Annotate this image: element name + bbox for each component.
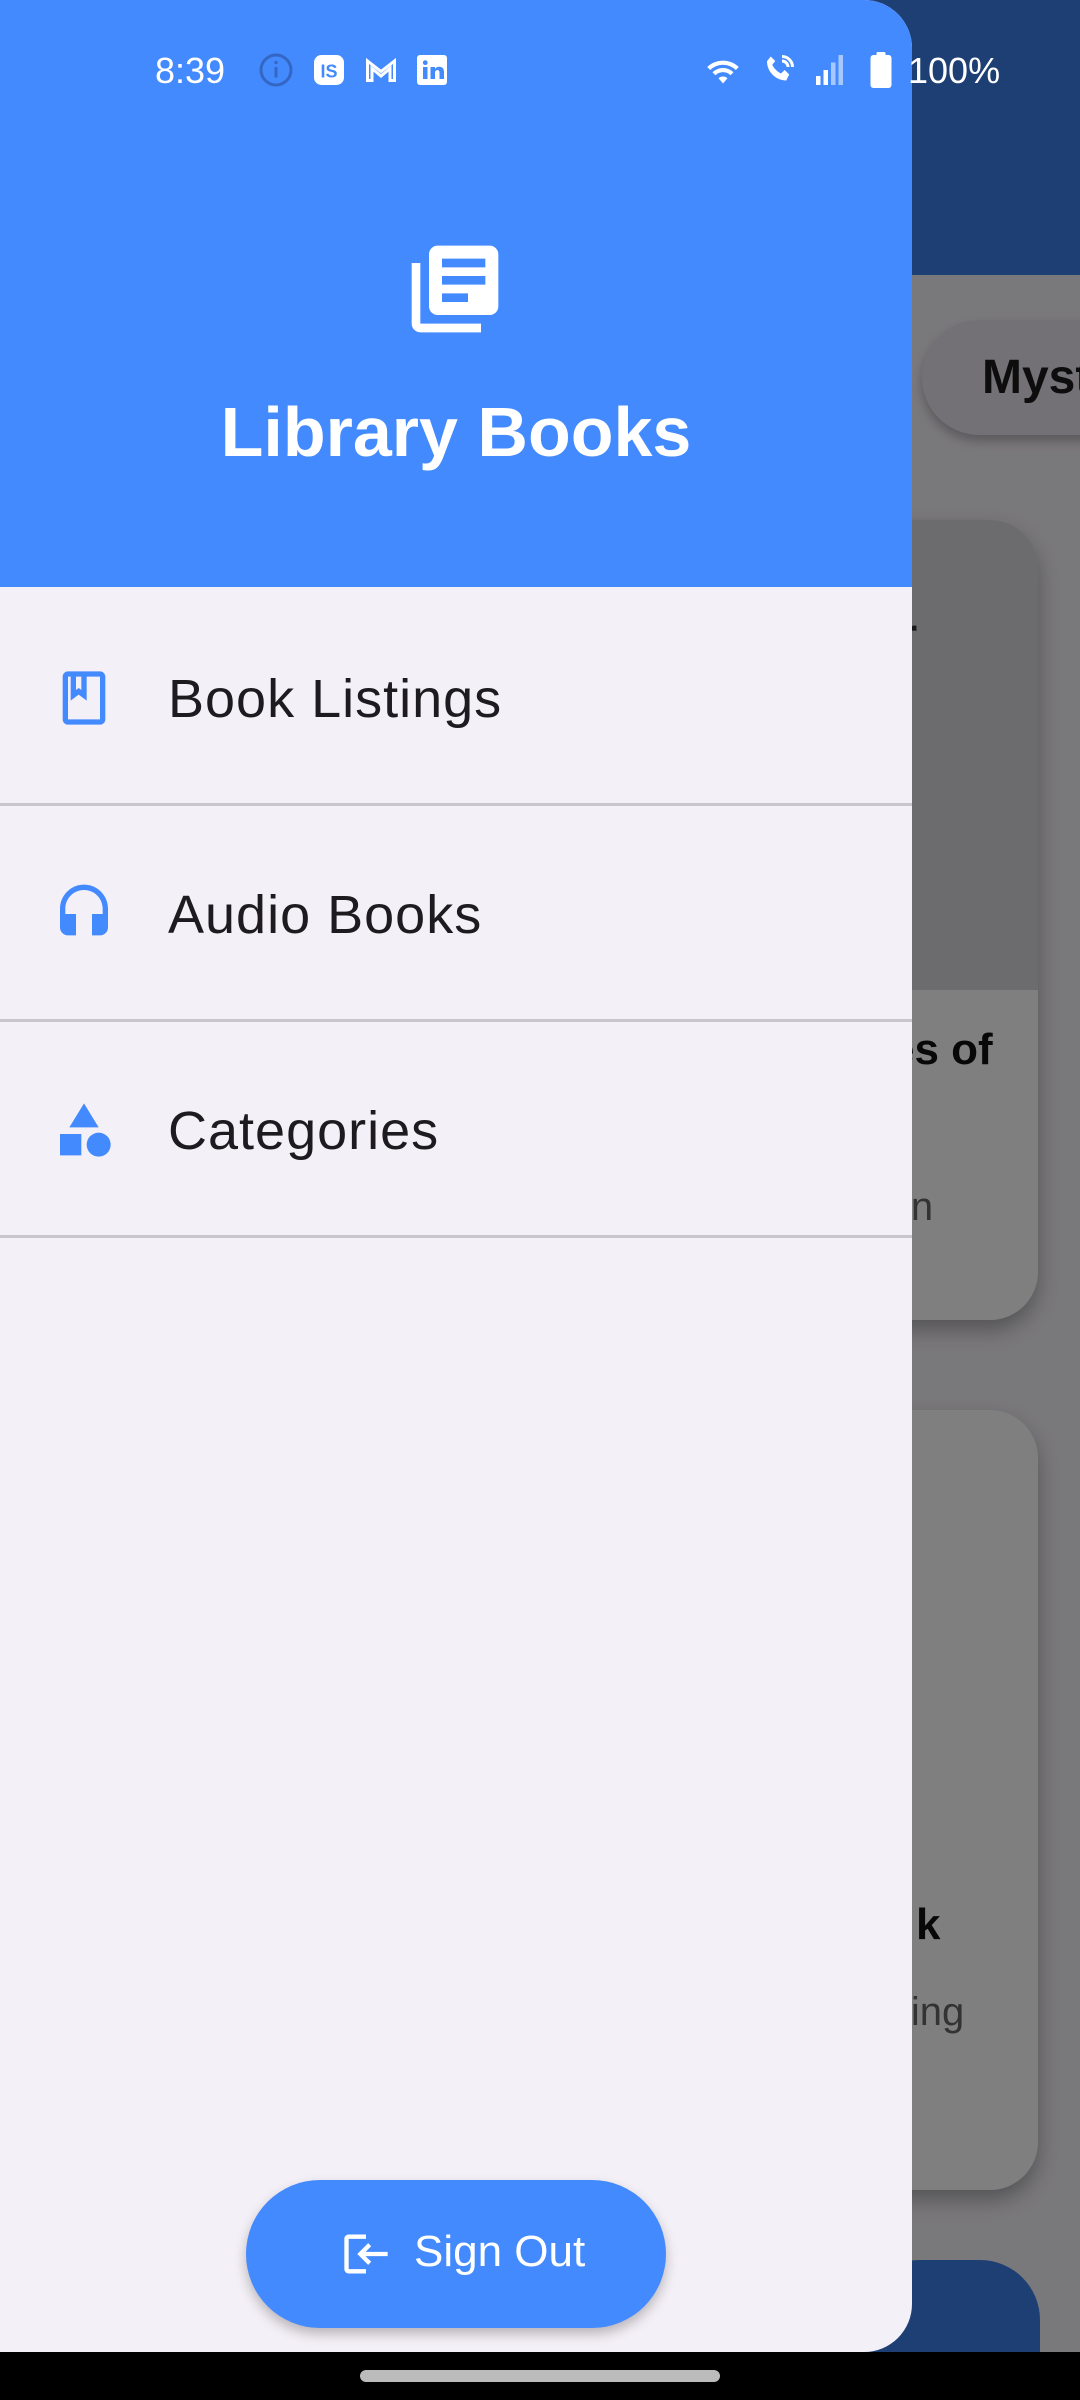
drawer-item-label: Book Listings: [168, 669, 503, 729]
status-time: 8:39: [155, 50, 226, 91]
navigation-bar: [0, 2352, 1080, 2400]
status-bar: 8:39 IS 100%: [0, 0, 1080, 140]
login-icon: [344, 2234, 388, 2274]
drawer-item-audio-books[interactable]: Audio Books: [0, 806, 912, 1022]
sign-out-label: Sign Out: [414, 2227, 586, 2276]
navigation-drawer: Library Books Book Listings Audio Books …: [0, 0, 912, 2352]
home-indicator[interactable]: [360, 2370, 720, 2382]
wifi-icon: [707, 60, 739, 84]
battery-icon: [870, 52, 892, 88]
shapes-icon: [60, 1103, 111, 1157]
info-icon: [259, 53, 293, 87]
bookmark-book-icon: [62, 671, 106, 725]
drawer-item-book-listings[interactable]: Book Listings: [0, 590, 912, 806]
gmail-icon: [366, 57, 396, 82]
wifi-calling-icon: [767, 55, 794, 81]
signal-icon: [816, 55, 843, 85]
svg-text:IS: IS: [320, 62, 337, 82]
library-books-icon: [411, 245, 499, 333]
drawer-item-categories[interactable]: Categories: [0, 1022, 912, 1238]
drawer-item-label: Audio Books: [168, 885, 483, 945]
app-notification-icon: IS: [314, 55, 344, 85]
linkedin-icon: [417, 55, 447, 85]
drawer-item-label: Categories: [168, 1101, 440, 1161]
headphones-icon: [60, 884, 108, 936]
sign-out-button[interactable]: Sign Out: [246, 2180, 666, 2328]
battery-percentage: 100%: [908, 50, 1001, 91]
drawer-title: Library Books: [220, 393, 692, 471]
